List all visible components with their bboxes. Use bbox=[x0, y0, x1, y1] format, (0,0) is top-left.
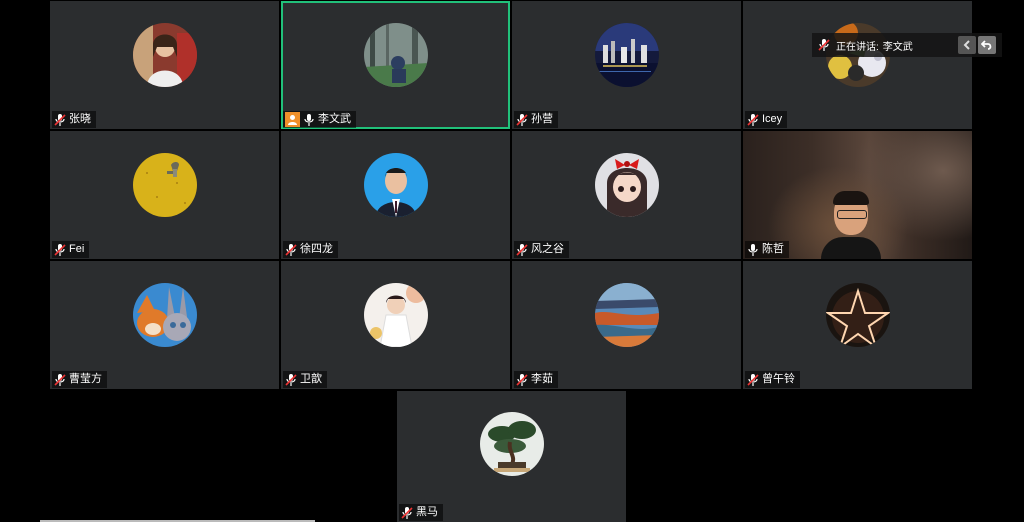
video-feed bbox=[821, 191, 881, 259]
participant-tile-chenzhe[interactable]: 陈哲 bbox=[743, 131, 972, 259]
participant-name: 李文武 bbox=[318, 113, 351, 125]
participant-label: Icey bbox=[745, 111, 788, 128]
participant-tile-fei[interactable]: Fei bbox=[50, 131, 279, 259]
back-button[interactable] bbox=[978, 36, 996, 54]
participant-name: 曾午铃 bbox=[762, 373, 795, 385]
mic-muted-icon bbox=[54, 373, 66, 387]
mic-muted-icon bbox=[401, 506, 413, 520]
avatar-heima bbox=[479, 411, 544, 476]
speaking-label: 正在讲话: bbox=[836, 41, 879, 53]
participant-label: 孙营 bbox=[514, 111, 558, 128]
avatar-xusilong bbox=[363, 153, 428, 217]
active-speaker-indicator: 正在讲话: 李文武 bbox=[812, 33, 1002, 57]
participant-tile-zhangxiao[interactable]: 张晓 bbox=[50, 1, 279, 129]
mic-muted-icon bbox=[516, 243, 528, 257]
participant-tile-liwenwu[interactable]: 李文武 bbox=[281, 1, 510, 129]
avatar-fei bbox=[132, 153, 197, 217]
participant-tile-fengzhigu[interactable]: 风之谷 bbox=[512, 131, 741, 259]
participant-label: 张晓 bbox=[52, 111, 96, 128]
participant-name: 曹莹方 bbox=[69, 373, 102, 385]
mic-muted-icon bbox=[54, 113, 66, 127]
participant-label: 曹莹方 bbox=[52, 371, 107, 388]
participant-label: 卫歆 bbox=[283, 371, 327, 388]
participant-label: Fei bbox=[52, 241, 90, 258]
mic-muted-icon bbox=[516, 373, 528, 387]
undo-arrow-icon bbox=[981, 40, 992, 50]
speaking-name: 李文武 bbox=[882, 41, 913, 53]
participant-name: 徐四龙 bbox=[300, 243, 333, 255]
participant-name: 李茹 bbox=[531, 373, 553, 385]
mic-muted-icon bbox=[747, 373, 759, 387]
participant-tile-liru[interactable]: 李茹 bbox=[512, 261, 741, 389]
participant-label: 黑马 bbox=[399, 504, 443, 521]
avatar-caoyingfang bbox=[132, 283, 197, 347]
mic-on-icon bbox=[747, 243, 759, 257]
mic-on-icon bbox=[303, 113, 315, 127]
participant-label: 徐四龙 bbox=[283, 241, 338, 258]
participant-name: 孙营 bbox=[531, 113, 553, 125]
participant-label: 李文武 bbox=[283, 111, 356, 128]
participant-tile-caoyingfang[interactable]: 曹莹方 bbox=[50, 261, 279, 389]
participant-name: 张晓 bbox=[69, 113, 91, 125]
host-icon bbox=[285, 112, 300, 127]
participant-tile-zengwuling[interactable]: 曾午铃 bbox=[743, 261, 972, 389]
video-grid: 张晓 李文武 孙营 Icey Fei 徐四龙 风之谷 陈哲 曹莹方 卫歆 李茹 … bbox=[0, 0, 1024, 522]
mic-muted-icon bbox=[54, 243, 66, 257]
participant-tile-heima[interactable]: 黑马 bbox=[397, 391, 626, 522]
participant-name: 卫歆 bbox=[300, 373, 322, 385]
avatar-fengzhigu bbox=[594, 153, 659, 217]
avatar-sunying bbox=[594, 23, 659, 87]
participant-name: 风之谷 bbox=[531, 243, 564, 255]
participant-tile-sunying[interactable]: 孙营 bbox=[512, 1, 741, 129]
participant-name: Icey bbox=[762, 113, 783, 125]
mic-muted-icon bbox=[285, 243, 297, 257]
avatar-zhangxiao bbox=[132, 23, 197, 87]
participant-name: 黑马 bbox=[416, 506, 438, 518]
mic-muted-icon bbox=[818, 38, 830, 52]
participant-label: 李茹 bbox=[514, 371, 558, 388]
mic-muted-icon bbox=[516, 113, 528, 127]
prev-page-button[interactable] bbox=[958, 36, 976, 54]
participant-tile-icey[interactable]: Icey bbox=[743, 1, 972, 129]
participant-tile-weixin[interactable]: 卫歆 bbox=[281, 261, 510, 389]
avatar-liwenwu bbox=[363, 23, 428, 87]
participant-tile-xusilong[interactable]: 徐四龙 bbox=[281, 131, 510, 259]
avatar-liru bbox=[594, 283, 659, 347]
participant-label: 曾午铃 bbox=[745, 371, 800, 388]
participant-name: 陈哲 bbox=[762, 243, 784, 255]
participant-name: Fei bbox=[69, 243, 85, 255]
participant-label: 陈哲 bbox=[745, 241, 789, 258]
avatar-weixin bbox=[363, 283, 428, 347]
mic-muted-icon bbox=[747, 113, 759, 127]
chevron-left-icon bbox=[963, 40, 970, 50]
mic-muted-icon bbox=[285, 373, 297, 387]
participant-label: 风之谷 bbox=[514, 241, 569, 258]
avatar-zengwuling bbox=[825, 283, 890, 347]
